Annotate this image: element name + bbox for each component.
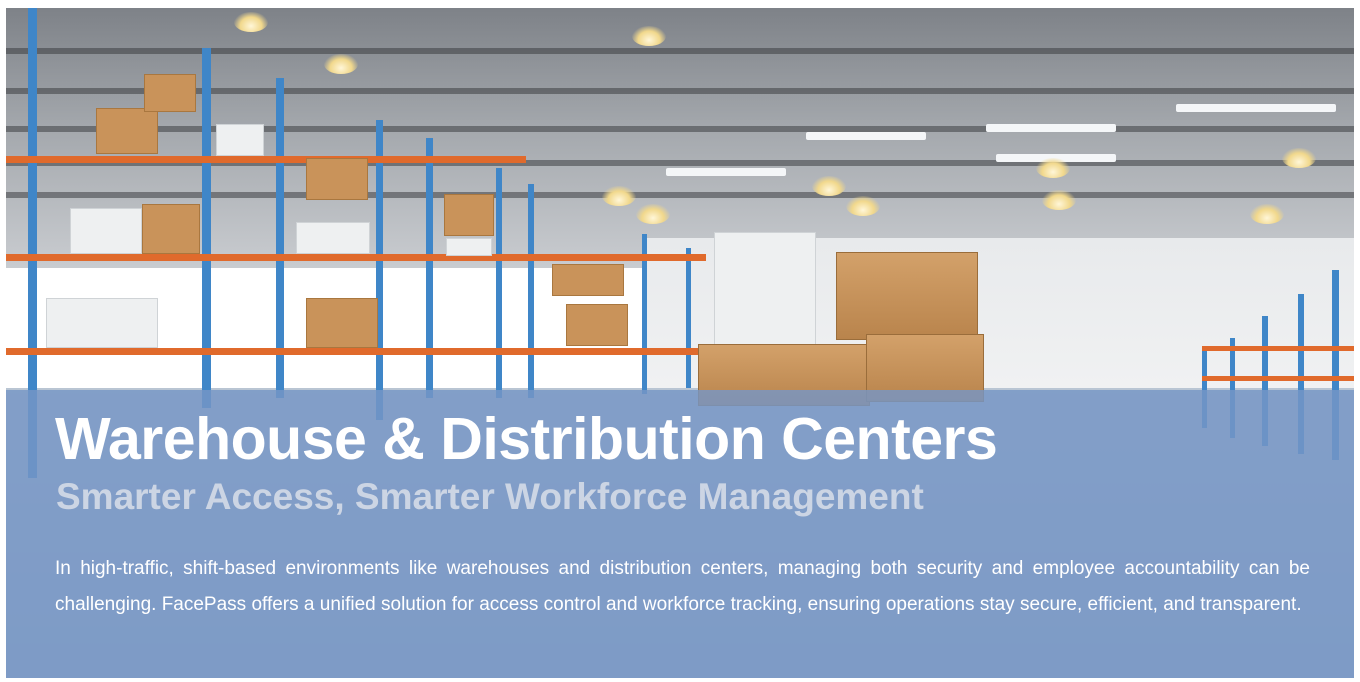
rack-upright bbox=[376, 120, 383, 420]
rack-beam bbox=[1202, 346, 1354, 351]
ceiling-lamp bbox=[632, 26, 666, 46]
page-subtitle: Smarter Access, Smarter Workforce Manage… bbox=[56, 476, 924, 517]
cardboard-box bbox=[142, 204, 200, 254]
rack-upright bbox=[496, 168, 502, 398]
ceiling-lamp bbox=[324, 54, 358, 74]
cardboard-box bbox=[306, 298, 378, 348]
ceiling-lamp bbox=[846, 196, 880, 216]
cardboard-box bbox=[144, 74, 196, 112]
intro-paragraph: In high-traffic, shift-based environment… bbox=[55, 558, 1310, 615]
skylight bbox=[666, 168, 786, 176]
rack-beam bbox=[6, 156, 526, 163]
cardboard-box bbox=[444, 194, 494, 236]
ceiling-lamp bbox=[234, 12, 268, 32]
ceiling-lamp bbox=[812, 176, 846, 196]
cardboard-box bbox=[566, 304, 628, 346]
white-box bbox=[446, 238, 492, 256]
rack-upright bbox=[426, 138, 433, 398]
ceiling-lamp bbox=[1042, 190, 1076, 210]
white-box bbox=[296, 222, 370, 254]
ceiling-lamp bbox=[636, 204, 670, 224]
page-title: Warehouse & Distribution Centers bbox=[55, 406, 998, 472]
ceiling-lamp bbox=[1036, 158, 1070, 178]
white-box bbox=[46, 298, 158, 348]
ceiling-lamp bbox=[1250, 204, 1284, 224]
cardboard-box bbox=[96, 108, 158, 154]
rack-beam bbox=[6, 348, 706, 355]
ceiling-lamp bbox=[602, 186, 636, 206]
cardboard-box bbox=[836, 252, 978, 340]
cardboard-box bbox=[552, 264, 624, 296]
white-box-stack bbox=[714, 232, 816, 346]
skylight bbox=[806, 132, 926, 140]
rack-upright bbox=[686, 248, 691, 388]
ceiling-lamp bbox=[1282, 148, 1316, 168]
rack-upright bbox=[528, 184, 534, 398]
cardboard-box bbox=[306, 158, 368, 200]
skylight bbox=[1176, 104, 1336, 112]
white-box bbox=[70, 208, 142, 254]
skylight bbox=[986, 124, 1116, 132]
rack-beam bbox=[1202, 376, 1354, 381]
rack-beam bbox=[6, 254, 706, 261]
white-box bbox=[216, 124, 264, 156]
